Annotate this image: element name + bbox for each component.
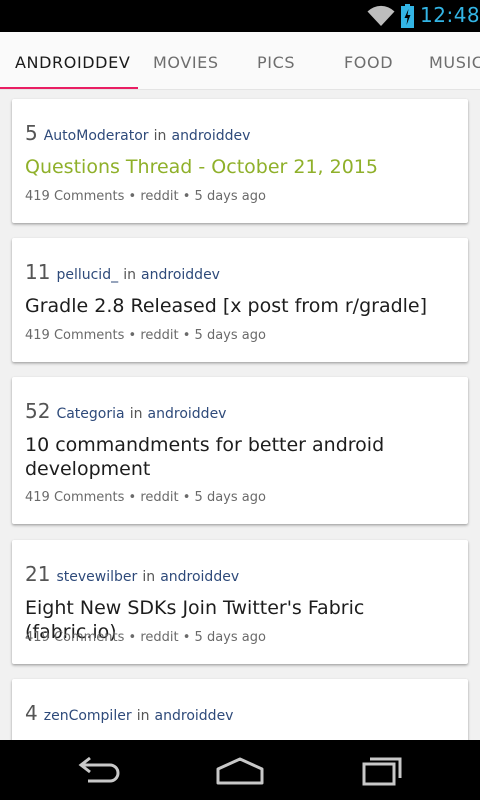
post-author[interactable]: Categoria [56, 406, 124, 422]
post-footer: 419 Comments • reddit • 5 days ago [25, 328, 266, 343]
post-meta: 5 AutoModerator in androiddev [25, 121, 250, 145]
post-footer: 419 Comments • reddit • 5 days ago [25, 490, 266, 505]
post-card[interactable]: 4 zenCompiler in androiddev [12, 679, 468, 740]
post-card[interactable]: 5 AutoModerator in androiddev Questions T… [12, 99, 468, 223]
post-in-label: in [153, 128, 167, 144]
tab-pics[interactable]: PICS [257, 53, 295, 72]
wifi-icon [367, 5, 395, 26]
post-score: 4 [25, 701, 38, 725]
status-time: 12:48 [420, 3, 480, 27]
post-title[interactable]: 10 commandments for better android devel… [25, 433, 454, 481]
post-subreddit[interactable]: androiddev [141, 267, 220, 283]
home-icon[interactable] [210, 752, 270, 788]
post-meta: 21 stevewilber in androiddev [25, 562, 239, 586]
status-bar: 12:48 [0, 0, 480, 32]
post-author[interactable]: pellucid_ [56, 267, 118, 283]
post-card[interactable]: 21 stevewilber in androiddev Eight New SD… [12, 540, 468, 664]
tab-movies[interactable]: MOVIES [153, 53, 219, 72]
tab-music[interactable]: MUSIC [429, 53, 480, 72]
post-meta: 52 Categoria in androiddev [25, 399, 226, 423]
tab-food[interactable]: FOOD [344, 53, 393, 72]
battery-charging-icon [401, 4, 414, 28]
tab-androiddev[interactable]: ANDROIDDEV [15, 53, 130, 72]
post-subreddit[interactable]: androiddev [171, 128, 250, 144]
back-icon[interactable] [70, 752, 130, 788]
post-in-label: in [136, 708, 150, 724]
post-meta: 4 zenCompiler in androiddev [25, 701, 233, 725]
post-author[interactable]: stevewilber [56, 569, 137, 585]
post-title[interactable]: Questions Thread - October 21, 2015 [25, 155, 454, 179]
post-footer: 419 Comments • reddit • 5 days ago [25, 630, 266, 645]
post-card[interactable]: 52 Categoria in androiddev 10 commandment… [12, 377, 468, 524]
post-title[interactable]: Gradle 2.8 Released [x post from r/gradl… [25, 294, 454, 318]
post-in-label: in [129, 406, 143, 422]
post-author[interactable]: zenCompiler [44, 708, 132, 724]
tab-bar: ANDROIDDEV MOVIES PICS FOOD MUSIC [0, 32, 480, 90]
post-subreddit[interactable]: androiddev [160, 569, 239, 585]
post-author[interactable]: AutoModerator [44, 128, 149, 144]
recent-apps-icon[interactable] [352, 752, 412, 788]
post-subreddit[interactable]: androiddev [155, 708, 234, 724]
post-feed[interactable]: 5 AutoModerator in androiddev Questions T… [0, 90, 480, 740]
post-subreddit[interactable]: androiddev [148, 406, 227, 422]
post-score: 11 [25, 260, 51, 284]
post-score: 52 [25, 399, 51, 423]
post-score: 5 [25, 121, 38, 145]
post-card[interactable]: 11 pellucid_ in androiddev Gradle 2.8 Rel… [12, 238, 468, 362]
post-in-label: in [142, 569, 156, 585]
post-score: 21 [25, 562, 51, 586]
post-footer: 419 Comments • reddit • 5 days ago [25, 189, 266, 204]
post-in-label: in [123, 267, 136, 283]
navigation-bar [0, 740, 480, 800]
post-meta: 11 pellucid_ in androiddev [25, 260, 220, 284]
